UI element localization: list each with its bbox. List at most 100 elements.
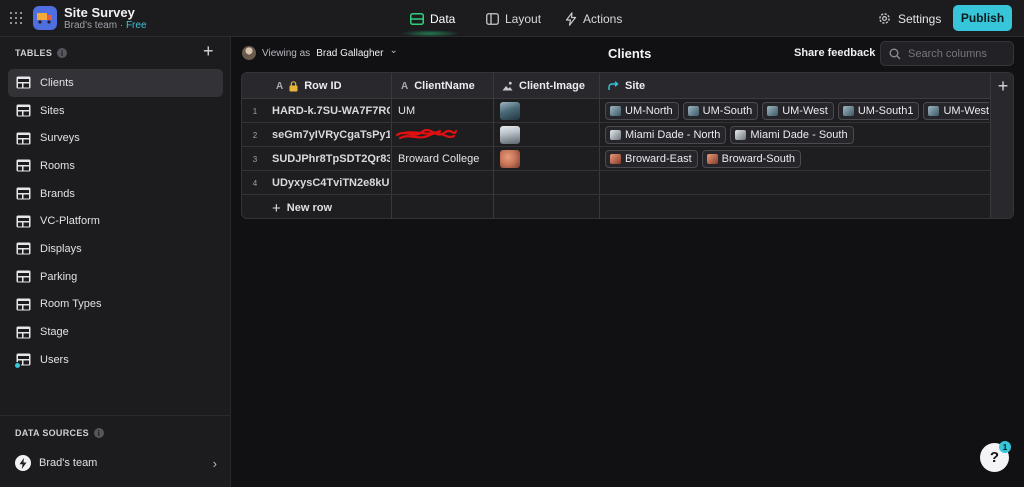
sidebar-item-label: Parking bbox=[40, 270, 78, 283]
table-icon bbox=[16, 76, 31, 89]
table-icon bbox=[16, 215, 31, 228]
page-title: Clients bbox=[608, 46, 652, 61]
apps-grid-icon[interactable] bbox=[10, 12, 22, 24]
sidebar-item-clients[interactable]: Clients bbox=[8, 69, 223, 97]
site-chip[interactable]: UM-South bbox=[682, 102, 759, 120]
site-cell[interactable] bbox=[605, 171, 989, 195]
column-header-site[interactable]: Site bbox=[608, 73, 645, 99]
site-cell[interactable]: UM-North UM-South UM-West UM-South1 UM-W… bbox=[605, 99, 989, 123]
chevron-down-icon: ⌄ bbox=[389, 44, 398, 56]
table-icon bbox=[16, 104, 31, 117]
table-row[interactable]: 1 HARD-k.7SU-WA7F7ROoE UM UM-North UM-So… bbox=[242, 99, 990, 123]
sidebar-item-brands[interactable]: Brands bbox=[8, 180, 223, 208]
sidebar-item-label: Surveys bbox=[40, 132, 80, 145]
table-icon bbox=[16, 132, 31, 145]
active-tab-indicator bbox=[400, 30, 460, 37]
column-header-client-name[interactable]: A ClientName bbox=[401, 73, 475, 99]
team-separator: · bbox=[119, 20, 124, 31]
row-id-cell[interactable]: UDyxysC4TviTN2e8kUDg bbox=[272, 171, 390, 195]
site-chip[interactable]: Miami Dade - North bbox=[605, 126, 727, 144]
sidebar-item-rooms[interactable]: Rooms bbox=[8, 152, 223, 180]
data-sources-heading-label: DATA SOURCES bbox=[15, 428, 89, 438]
column-header-row-id[interactable]: A Row ID bbox=[276, 73, 342, 99]
search-columns-input[interactable]: Search columns bbox=[880, 41, 1014, 66]
team-label: Brad's team · Free bbox=[64, 20, 147, 31]
client-image-thumbnail[interactable] bbox=[500, 150, 520, 168]
client-image-thumbnail[interactable] bbox=[500, 126, 520, 144]
chevron-right-icon: › bbox=[212, 455, 217, 471]
client-name-cell[interactable]: Broward College bbox=[398, 147, 490, 171]
sidebar-divider bbox=[0, 415, 231, 416]
table-row[interactable]: 2 seGm7yIVRyCgaTsPy1NA Miami Dade - Nort… bbox=[242, 123, 990, 147]
row-id-cell[interactable]: seGm7yIVRyCgaTsPy1NA bbox=[272, 123, 390, 147]
tab-layout[interactable]: Layout bbox=[486, 0, 541, 37]
tab-actions-label: Actions bbox=[583, 11, 623, 26]
data-source-item[interactable]: Brad's team › bbox=[15, 454, 217, 472]
truck-icon[interactable] bbox=[33, 6, 57, 30]
client-name-cell[interactable] bbox=[398, 171, 490, 195]
search-placeholder: Search columns bbox=[908, 47, 987, 60]
sidebar-item-displays[interactable]: Displays bbox=[8, 235, 223, 263]
site-chip[interactable]: UM-North bbox=[605, 102, 679, 120]
site-cell[interactable]: Broward-East Broward-South bbox=[605, 147, 989, 171]
client-image-cell[interactable] bbox=[500, 123, 596, 147]
site-thumbnail-icon bbox=[706, 154, 718, 164]
client-image-cell[interactable] bbox=[500, 99, 596, 123]
site-chip-list: Miami Dade - North Miami Dade - South bbox=[605, 126, 854, 144]
sidebar-item-sites[interactable]: Sites bbox=[8, 97, 223, 125]
column-header-label: ClientName bbox=[414, 80, 475, 92]
share-feedback-button[interactable]: Share feedback bbox=[794, 47, 875, 59]
info-icon[interactable]: i bbox=[93, 428, 104, 438]
site-chip[interactable]: UM-South1 bbox=[837, 102, 920, 120]
new-row-button[interactable]: + New row bbox=[272, 198, 332, 218]
site-cell[interactable]: Miami Dade - North Miami Dade - South bbox=[605, 123, 989, 147]
sidebar-item-users[interactable]: Users bbox=[8, 346, 223, 374]
site-chip[interactable]: UM-West2 bbox=[923, 102, 989, 120]
client-image-thumbnail[interactable] bbox=[500, 102, 520, 120]
add-table-icon[interactable]: + bbox=[203, 42, 214, 60]
viewing-as-prefix: Viewing as bbox=[262, 47, 311, 59]
site-thumbnail-icon bbox=[687, 106, 699, 116]
table-icon bbox=[16, 298, 31, 311]
tab-actions[interactable]: Actions bbox=[565, 0, 622, 37]
site-chip-label: Broward-South bbox=[721, 153, 796, 165]
site-chip-label: UM-West bbox=[782, 105, 828, 117]
column-header-label: Row ID bbox=[304, 80, 342, 92]
sidebar-item-stage[interactable]: Stage bbox=[8, 318, 223, 346]
site-chip-label: Broward-East bbox=[625, 153, 692, 165]
viewing-as-selector[interactable]: Viewing as Brad Gallagher ⌄ bbox=[242, 45, 398, 61]
site-chip[interactable]: UM-West bbox=[762, 102, 834, 120]
sidebar-item-label: VC-Platform bbox=[40, 215, 100, 228]
column-header-label: Client-Image bbox=[519, 80, 586, 92]
row-id-cell[interactable]: SUDJPhr8TpSDT2Qr830x bbox=[272, 147, 390, 171]
site-thumbnail-icon bbox=[767, 106, 779, 116]
site-chip[interactable]: Miami Dade - South bbox=[730, 126, 854, 144]
info-icon[interactable]: i bbox=[57, 48, 68, 58]
site-thumbnail-icon bbox=[735, 130, 747, 140]
table-row[interactable]: 4 UDyxysC4TviTN2e8kUDg bbox=[242, 171, 990, 195]
add-column-button[interactable]: + bbox=[990, 73, 1013, 218]
column-header-client-image[interactable]: Client-Image bbox=[502, 73, 585, 99]
site-chip[interactable]: Broward-South bbox=[701, 150, 802, 168]
client-image-cell[interactable] bbox=[500, 147, 596, 171]
sidebar-item-surveys[interactable]: Surveys bbox=[8, 124, 223, 152]
client-name-cell[interactable]: UM bbox=[398, 99, 490, 123]
row-id-cell[interactable]: HARD-k.7SU-WA7F7ROoE bbox=[272, 99, 390, 123]
lightning-icon bbox=[565, 11, 577, 26]
site-chip-label: Miami Dade - North bbox=[625, 129, 721, 141]
sidebar-item-room-types[interactable]: Room Types bbox=[8, 291, 223, 319]
settings-button[interactable]: Settings bbox=[878, 0, 941, 37]
table-row[interactable]: 3 SUDJPhr8TpSDT2Qr830x Broward College B… bbox=[242, 147, 990, 171]
site-chip-label: UM-North bbox=[625, 105, 673, 117]
viewing-as-user: Brad Gallagher bbox=[316, 47, 384, 59]
sidebar-item-parking[interactable]: Parking bbox=[8, 263, 223, 291]
site-thumbnail-icon bbox=[928, 106, 940, 116]
sidebar-item-vc-platform[interactable]: VC-Platform bbox=[8, 207, 223, 235]
publish-button[interactable]: Publish bbox=[953, 5, 1012, 31]
site-chip[interactable]: Broward-East bbox=[605, 150, 698, 168]
site-chip-label: Miami Dade - South bbox=[750, 129, 848, 141]
client-image-cell[interactable] bbox=[500, 171, 596, 195]
table-icon bbox=[410, 12, 424, 25]
sidebar-item-label: Clients bbox=[40, 76, 74, 89]
redaction-scribble bbox=[396, 128, 458, 140]
